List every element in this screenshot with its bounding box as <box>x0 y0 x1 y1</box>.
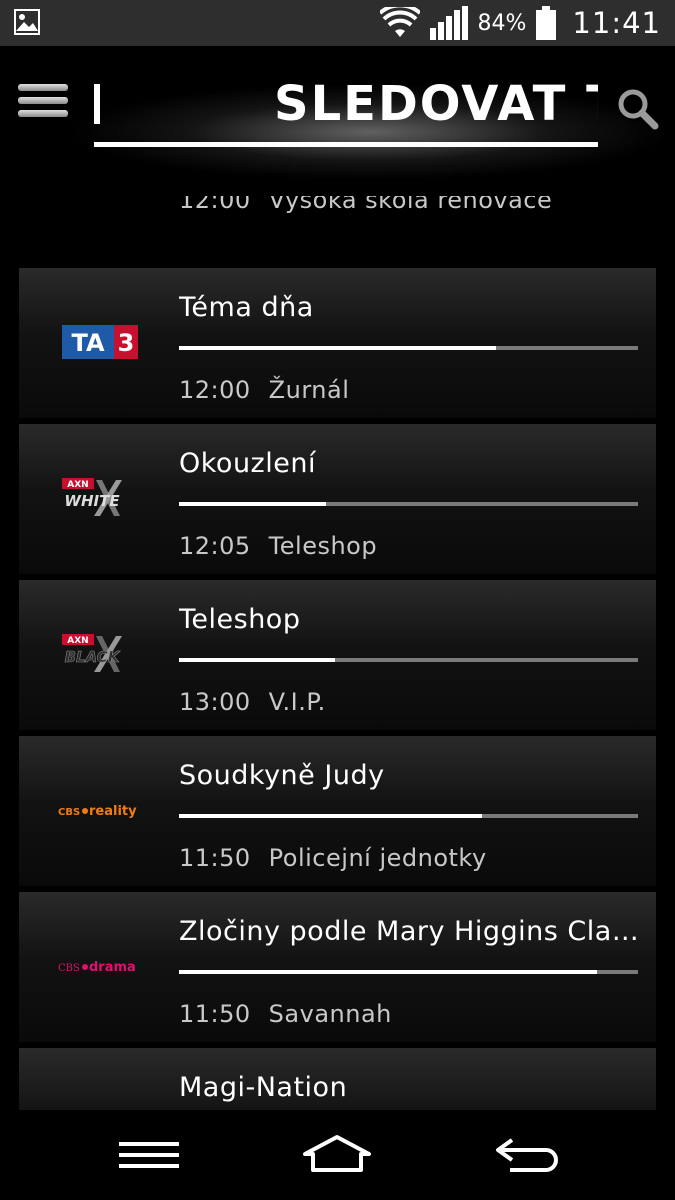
program-progress-fill <box>179 814 482 818</box>
next-program-title: Teleshop <box>268 532 378 560</box>
next-program-time: 12:00 <box>179 376 251 404</box>
channel-logo-ta3: TA 3 <box>55 320 145 364</box>
current-program-title: Soudkyně Judy <box>179 760 385 791</box>
channel-row[interactable]: SPEKTRUM home 12:00Vysoká škola renovace <box>19 196 656 228</box>
program-progress-fill <box>179 658 336 662</box>
channel-logo-axn-black: AXN BLACK <box>55 632 145 676</box>
channel-logo-cbs-reality: CBS reality <box>55 788 145 832</box>
next-program: 12:05 Teleshop <box>179 532 377 560</box>
home-nav-icon[interactable] <box>302 1132 372 1178</box>
signal-strength-icon <box>429 6 468 40</box>
program-progress-bar <box>179 658 638 662</box>
logo-text: CBS <box>58 807 80 818</box>
current-program-title: Zločiny podle Mary Higgins Cla... <box>179 916 639 947</box>
logo-text: reality <box>89 804 137 819</box>
logo-text: 3 <box>118 329 135 357</box>
next-program: 12:00 Žurnál <box>179 376 349 404</box>
app-header: SLEDOVAT TV <box>0 46 675 196</box>
next-program-title: Policejní jednotky <box>268 844 487 872</box>
logo-text: TA <box>71 329 105 357</box>
page-title: SLEDOVAT TV <box>274 76 598 132</box>
logo-text: WHITE <box>64 492 120 510</box>
battery-icon <box>536 6 557 40</box>
next-program-time: 11:50 <box>179 844 251 872</box>
channel-logo-axn-white: AXN WHITE <box>55 476 145 520</box>
channel-row[interactable]: AXN WHITE Okouzlení 12:05 Teleshop <box>19 424 656 574</box>
next-program-title: Vysoká škola renovace <box>268 196 553 214</box>
logo-text: drama <box>89 960 136 975</box>
program-progress-bar <box>179 346 638 350</box>
channel-row[interactable]: CBS reality Soudkyně Judy 11:50 Policejní… <box>19 736 656 886</box>
battery-percent: 84% <box>477 10 527 36</box>
back-nav-icon[interactable] <box>492 1132 562 1178</box>
next-program-time: 12:00 <box>179 196 251 214</box>
current-program-title: Téma dňa <box>179 292 314 323</box>
hamburger-menu-icon[interactable] <box>18 84 68 124</box>
title-cursor <box>94 84 100 124</box>
channel-row[interactable]: CBS drama Zločiny podle Mary Higgins Cla… <box>19 892 656 1042</box>
current-program-title: Teleshop <box>179 604 301 635</box>
program-progress-fill <box>179 346 496 350</box>
system-nav-bar <box>0 1110 675 1200</box>
next-program: 11:50 Policejní jednotky <box>179 844 487 872</box>
channel-logo-cbs-drama: CBS drama <box>55 944 145 988</box>
status-bar: 84% 11:41 <box>0 0 675 46</box>
next-program-time: 11:50 <box>179 1000 251 1028</box>
menu-nav-icon[interactable] <box>114 1132 184 1178</box>
next-program-time: 12:05 <box>179 532 251 560</box>
next-program: 12:00 Vysoká škola renovace <box>179 196 552 214</box>
program-progress-bar <box>179 814 638 818</box>
channel-row[interactable]: TA 3 Téma dňa 12:00 Žurnál <box>19 268 656 418</box>
title-underline <box>94 142 598 147</box>
logo-text: AXN <box>67 636 88 646</box>
logo-text: CBS <box>58 963 80 974</box>
next-program-time: 13:00 <box>179 688 251 716</box>
next-program-title: Žurnál <box>268 376 350 404</box>
title-marquee: SLEDOVAT TV <box>94 76 598 136</box>
program-progress-fill <box>179 970 597 974</box>
clock: 11:41 <box>572 6 661 40</box>
channel-list[interactable]: SPEKTRUM home 12:00Vysoká škola renovace… <box>0 196 675 1110</box>
current-program-title: Okouzlení <box>179 448 316 479</box>
status-icons: 84% 11:41 <box>379 0 661 46</box>
next-program-title: V.I.P. <box>268 688 326 716</box>
logo-text: AXN <box>67 480 88 490</box>
next-program: 11:50 Savannah <box>179 1000 392 1028</box>
search-icon[interactable] <box>615 86 659 130</box>
program-progress-bar <box>179 502 638 506</box>
gallery-notification-icon <box>14 9 40 35</box>
logo-text: BLACK <box>65 648 121 666</box>
current-program-title: Magi-Nation <box>179 1072 348 1103</box>
channel-row[interactable]: AXN BLACK Teleshop 13:00 V.I.P. <box>19 580 656 730</box>
next-program: 13:00 V.I.P. <box>179 688 326 716</box>
wifi-icon <box>379 7 420 37</box>
program-progress-bar <box>179 970 638 974</box>
program-progress-fill <box>179 502 326 506</box>
channel-row[interactable]: Magi-Nation <box>19 1048 656 1110</box>
next-program-title: Savannah <box>268 1000 392 1028</box>
